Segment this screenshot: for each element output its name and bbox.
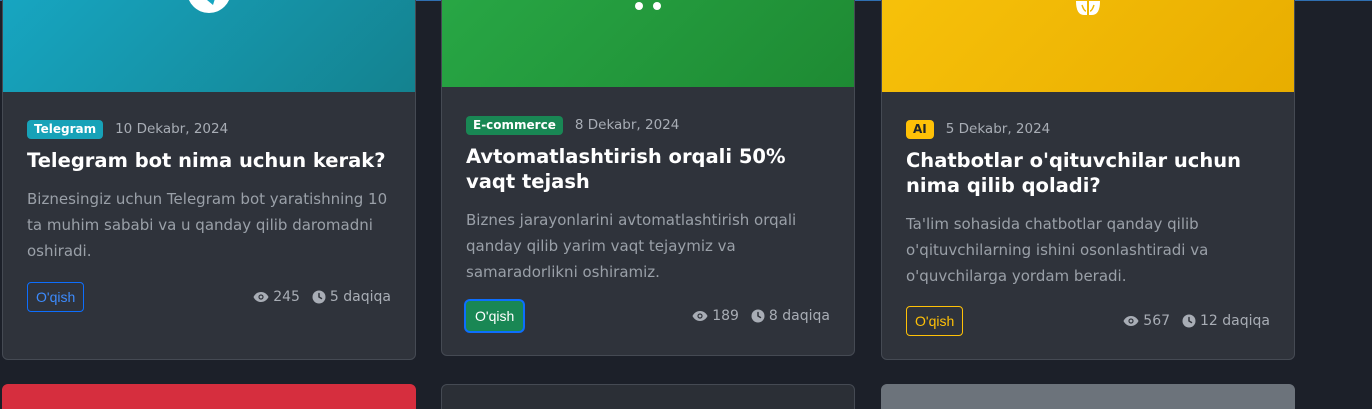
post-date: 10 Dekabr, 2024 xyxy=(115,121,229,137)
card-image xyxy=(882,0,1294,92)
eye-icon xyxy=(692,311,708,321)
card-image xyxy=(442,0,854,87)
blog-card: AI 5 Dekabr, 2024 Chatbotlar o'qituvchil… xyxy=(881,0,1295,360)
read-button[interactable]: O'qish xyxy=(466,301,524,331)
blog-card-next xyxy=(441,384,855,409)
clock-icon xyxy=(1182,314,1196,328)
brain-icon xyxy=(1076,1,1100,15)
blog-card: E-commerce 8 Dekabr, 2024 Avtomatlashtir… xyxy=(441,0,855,356)
eye-icon xyxy=(253,292,269,302)
clock-icon xyxy=(751,309,765,323)
view-count: 189 xyxy=(712,308,739,324)
post-excerpt: Biznes jarayonlarini avtomatlashtirish o… xyxy=(466,211,797,281)
post-date: 5 Dekabr, 2024 xyxy=(945,121,1051,137)
category-badge: AI xyxy=(906,119,934,139)
telegram-icon xyxy=(188,0,230,13)
read-time: 12 daqiqa xyxy=(1200,313,1270,329)
blog-card: Telegram 10 Dekabr, 2024 Telegram bot ni… xyxy=(2,0,416,360)
view-count: 567 xyxy=(1143,313,1171,329)
post-excerpt: Biznesingiz uchun Telegram bot yaratishn… xyxy=(27,190,388,260)
read-button[interactable]: O'qish xyxy=(906,306,964,336)
blog-page: Telegram 10 Dekabr, 2024 Telegram bot ni… xyxy=(0,0,1372,409)
post-title[interactable]: Avtomatlashtirish orqali 50% vaqt tejash xyxy=(466,144,830,194)
category-badge: Telegram xyxy=(27,119,104,139)
read-time: 8 daqiqa xyxy=(768,308,830,324)
post-date: 8 Dekabr, 2024 xyxy=(574,117,680,133)
clock-icon xyxy=(312,290,326,304)
post-excerpt: Ta'lim sohasida chatbotlar qanday qilib … xyxy=(906,215,1209,285)
gears-icon xyxy=(635,2,661,10)
blog-card-next xyxy=(881,384,1295,409)
eye-icon xyxy=(1123,316,1139,326)
card-image xyxy=(3,0,415,92)
post-title[interactable]: Chatbotlar o'qituvchilar uchun nima qili… xyxy=(906,148,1270,198)
category-badge: E-commerce xyxy=(466,115,563,135)
blog-card-next xyxy=(2,384,416,409)
read-time: 5 daqiqa xyxy=(329,289,391,305)
read-button[interactable]: O'qish xyxy=(27,282,85,312)
view-count: 245 xyxy=(273,289,300,305)
post-title[interactable]: Telegram bot nima uchun kerak? xyxy=(27,148,391,173)
